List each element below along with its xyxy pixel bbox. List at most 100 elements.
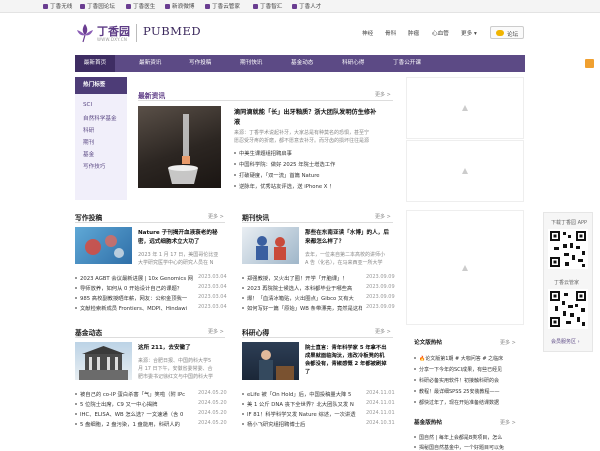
nav-research[interactable]: 科研心得	[342, 55, 364, 72]
topbar-link-zhihui[interactable]: 丁香智汇	[253, 2, 282, 10]
writing-summary-line1: 2023 年 1 月 17 日，美国哥伦比亚	[138, 252, 219, 258]
fund-board-item[interactable]: 国自然 | 每年上会都是B类项目，怎么	[414, 434, 502, 441]
topbar-link-forum[interactable]: 丁香园论坛	[80, 2, 115, 10]
fund-board-title: 基金版热帖	[414, 420, 442, 426]
nav-latest[interactable]: 最新资讯	[139, 55, 161, 72]
fund-headline-image[interactable]	[75, 342, 132, 380]
nav-open-class[interactable]: 丁香公开课	[393, 55, 421, 72]
fund-summary-line2: 月 17 日下午，安徽省委常委、合	[138, 366, 213, 372]
journal-more-link[interactable]: 更多 >	[375, 213, 391, 220]
research-list-item[interactable]: 杨小飞研究组招聘博士后	[242, 420, 305, 428]
fund-headline[interactable]: 这所 211，去安徽了	[138, 343, 191, 351]
topbar-link-doctor[interactable]: 丁香医生	[126, 2, 155, 10]
cell-illustration	[85, 235, 124, 258]
topbar-link-weibo[interactable]: 新浪微博	[165, 2, 194, 10]
hot-tag-item[interactable]: 自然科学基金	[83, 114, 117, 122]
list-date: 2024.10.31	[366, 420, 395, 426]
research-list-item[interactable]: IF 81！科学科学又发 Nature 综述，一次讲透	[242, 410, 356, 418]
research-headline-image[interactable]	[242, 342, 299, 380]
hot-tag-item[interactable]: 写作技巧	[83, 162, 105, 170]
fund-list-item[interactable]: 被自己的 co-IP 蛋白杀害「气」笑啦（附 IPc	[75, 390, 185, 398]
research-list-item[interactable]: eLife 被「On Hold」后，中国投稿量大降 5	[242, 390, 351, 398]
latest-list-item[interactable]: 打破硬度，「双一流」首篇 Nature	[234, 171, 320, 179]
hot-tag-item[interactable]: 期刊	[83, 138, 94, 146]
fund-more-link[interactable]: 更多 >	[208, 328, 224, 335]
forum-hot-item[interactable]: 科研必备实用软件！初接触科研的会	[414, 377, 499, 384]
writing-headline-line2[interactable]: 密，远式细胞术立大功了	[138, 237, 200, 245]
forum-hot-item[interactable]: 🔥论文版第1期 # 大咖问答 # 之临床	[414, 355, 503, 362]
header-nav-oncology[interactable]: 肿瘤	[408, 29, 419, 37]
writing-list-item[interactable]: 导师放养，如何从 0 开始设计自己的课题？	[75, 284, 182, 292]
latest-list-item[interactable]: 中国科学院：做好 2025 年院士增选工作	[234, 160, 335, 168]
nav-fund[interactable]: 基金动态	[291, 55, 313, 72]
journal-list-item[interactable]: 如何写好一篇「原始」WB 条带漂亮，竟然是这样做	[242, 304, 362, 312]
writing-more-link[interactable]: 更多 >	[208, 213, 224, 220]
hot-tag-item[interactable]: 基金	[83, 150, 94, 158]
research-headline-line2[interactable]: 成果就面临淘汰，违改冷板凳的机	[305, 351, 384, 359]
image-placeholder-icon	[462, 168, 468, 174]
hot-tag-item[interactable]: SCI	[83, 102, 92, 108]
journal-list-item[interactable]: 爆！「血清冰箱贴，火出圈点」Gibco 又有大	[242, 294, 354, 302]
latest-list-item[interactable]: 逆脉年，优秀站友评选，送 iPhone X ！	[234, 182, 334, 190]
cloud-icon	[205, 3, 210, 9]
list-date: 2024.11.01	[366, 400, 395, 406]
forum-hot-item[interactable]: 分享一下今年的SCI成果，有些已经见	[414, 366, 502, 373]
research-headline-line3[interactable]: 会都没有，青椒感慨 2 年都被刷掉	[305, 359, 387, 367]
fund-section-title: 基金动态	[75, 329, 103, 337]
forum-hot-more[interactable]: 更多 >	[500, 339, 516, 346]
hot-tag-item[interactable]: 科研	[83, 126, 94, 134]
header-nav-more[interactable]: 更多 ▾	[461, 29, 477, 37]
header-nav-cardio[interactable]: 心血管	[432, 29, 449, 37]
product-name[interactable]: PUBMED	[143, 24, 201, 38]
main-navbar: 最新首页 最新资讯 写作投稿 期刊快讯 基金动态 科研心得 丁香公开课	[75, 55, 594, 72]
research-headline-line4[interactable]: 了	[305, 367, 310, 375]
forum-button[interactable]: 论坛	[490, 26, 524, 39]
rss-icon[interactable]	[585, 59, 594, 68]
journal-headline-image[interactable]	[242, 227, 299, 264]
topbar-link-wireless[interactable]: 丁香无线	[43, 2, 72, 10]
journal-list-item[interactable]: 郑强教授，又火出了圈！开学「开脑课」！	[242, 274, 348, 282]
research-headline-line1[interactable]: 院士直言：青年科学家 5 年拿不出	[305, 343, 387, 351]
writing-headline-line1[interactable]: Nature 子刊揭开血液衰老的秘	[138, 228, 218, 236]
cloud-qr-code[interactable]	[548, 289, 588, 329]
lab-tube-illustration	[168, 114, 198, 184]
writing-headline-image[interactable]	[75, 227, 132, 264]
journal-headline-line2[interactable]: 来都怎么样了？	[305, 237, 344, 245]
fund-list-item[interactable]: 5 盘细胞，2 盘污染，1 盘能用，科研人的	[75, 420, 180, 428]
research-more-link[interactable]: 更多 >	[375, 328, 391, 335]
writing-list-item[interactable]: 文献检索新成员 Frontiers、MDPI、Hindawi	[75, 304, 187, 312]
writing-section-title: 写作投稿	[75, 214, 103, 222]
writing-list-item[interactable]: 985 高校副教授晒年薪，网友：公积金顶我一	[75, 294, 187, 302]
latest-headline-image[interactable]	[138, 106, 221, 188]
nav-journal[interactable]: 期刊快讯	[240, 55, 262, 72]
hot-tags-panel: 热门标签 SCI 自然科学基金 科研 期刊 基金 写作技巧	[75, 77, 127, 200]
fund-summary-line1: 来源：合肥日报、中国药科大学5	[138, 358, 212, 364]
latest-more-link[interactable]: 更多 >	[375, 91, 391, 98]
research-list-item[interactable]: 美 1 公斤 DNA 丧下全世界？北大团队又发 N	[242, 400, 354, 408]
latest-headline-line1[interactable]: 滴同滴就能「长」出牙釉质？浙大团队发明仿生修补	[234, 107, 376, 116]
writing-list-item[interactable]: 2023 AGBT 会议最新进展 | 10x Genomics 网	[75, 274, 193, 282]
journal-headline-line1[interactable]: 那些在东南亚读「水博」的人，后	[305, 228, 389, 236]
lilac-logo-icon	[77, 24, 93, 43]
forum-icon	[80, 3, 85, 9]
topbar-link-cloud[interactable]: 丁香云管家	[205, 2, 240, 10]
topbar-link-talent[interactable]: 丁香人才	[292, 2, 321, 10]
app-qr-code[interactable]	[548, 229, 588, 269]
fund-list-item[interactable]: 5 位院士出席，C9 又一中心揭牌	[75, 400, 157, 408]
latest-list-item[interactable]: 中美生课题组招聘启事	[234, 149, 292, 157]
forum-hot-item[interactable]: 都快过年了，现在开始准备结课数据	[414, 399, 499, 406]
nav-writing[interactable]: 写作投稿	[189, 55, 211, 72]
fund-list-item[interactable]: IHC、ELISA、WB 怎么选？一文速通（含 0	[75, 410, 183, 418]
list-date: 2023.03.04	[198, 304, 227, 310]
list-date: 2023.03.04	[198, 294, 227, 300]
logo-subtitle: WWW.DXY.CN	[97, 37, 128, 42]
journal-list-item[interactable]: 2023 再院院士候选人，本科都毕业于哪些高	[242, 284, 352, 292]
journal-section-title: 期刊快讯	[242, 214, 270, 222]
header-nav-neuro[interactable]: 神经	[362, 29, 373, 37]
latest-headline-line2[interactable]: 液	[234, 117, 240, 126]
fund-board-more[interactable]: 更多 >	[500, 419, 516, 426]
forum-hot-item[interactable]: 教程！最详细SPSS 25安装教程——	[414, 388, 500, 395]
header-nav-ortho[interactable]: 骨科	[385, 29, 396, 37]
member-service-link[interactable]: 会员服务区 ›	[551, 338, 580, 345]
nav-home[interactable]: 最新首页	[75, 55, 115, 72]
